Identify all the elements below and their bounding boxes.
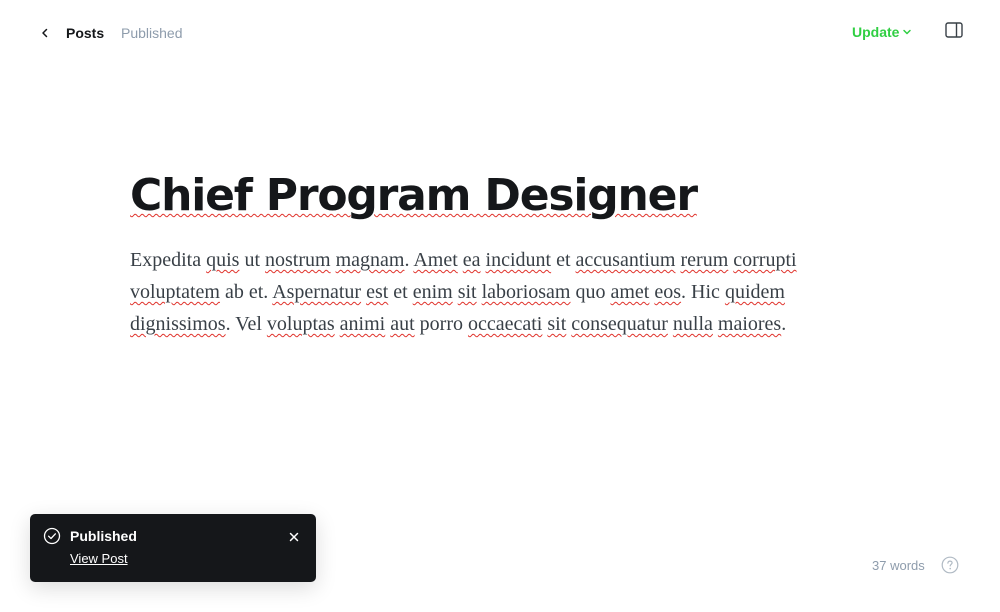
misspelled-word: voluptas [266, 313, 335, 335]
post-title[interactable]: Chief Program Designer [130, 166, 875, 226]
sidebar-toggle-icon [945, 22, 963, 38]
misspelled-word: consequatur [571, 313, 668, 335]
post-body[interactable]: Expedita quis ut nostrum magnam. Amet ea… [130, 244, 875, 340]
back-to-posts-link[interactable]: Posts [38, 22, 104, 44]
misspelled-word: eos [654, 281, 682, 303]
body-text-segment: Expedita [130, 249, 207, 271]
body-text-segment: . Hic [681, 281, 725, 303]
body-text-segment: et [551, 249, 576, 271]
view-post-link[interactable]: View Post [70, 551, 128, 566]
word-count: 37 words [872, 558, 925, 573]
body-text-segment: . Vel [225, 313, 267, 335]
misspelled-word: laboriosam [481, 281, 571, 303]
misspelled-word: enim [412, 281, 453, 303]
body-text-segment: ut [239, 249, 265, 271]
misspelled-word: ea [462, 249, 481, 271]
misspelled-word: Aspernatur [272, 281, 362, 303]
notification-title: Published [70, 528, 137, 544]
sidebar-toggle-button[interactable] [944, 20, 964, 40]
published-notification: Published View Post [30, 514, 316, 582]
update-button[interactable]: Update [852, 24, 912, 40]
body-text-segment: . [404, 249, 414, 271]
misspelled-word: quidem [724, 281, 785, 303]
body-text-segment: porro [414, 313, 468, 335]
editor-header: Posts Published Update [0, 0, 1000, 66]
post-title-text: Chief Program Designer [130, 170, 698, 221]
misspelled-word: aut [390, 313, 415, 335]
misspelled-word: quis [206, 249, 240, 271]
body-text-segment: quo [570, 281, 611, 303]
misspelled-word: corrupti [733, 249, 797, 271]
update-label: Update [852, 24, 900, 40]
misspelled-word: Amet [413, 249, 458, 271]
body-text-segment: ab et. [219, 281, 273, 303]
misspelled-word: nulla [672, 313, 713, 335]
misspelled-word: magnam [335, 249, 405, 271]
body-text-segment: et [388, 281, 413, 303]
misspelled-word: dignissimos [130, 313, 226, 335]
misspelled-word: maiores [717, 313, 782, 335]
back-label: Posts [66, 25, 105, 41]
misspelled-word: animi [339, 313, 386, 335]
misspelled-word: amet [610, 281, 650, 303]
misspelled-word: accusantium [575, 249, 676, 271]
chevron-down-icon [902, 27, 912, 37]
help-icon[interactable] [941, 556, 959, 574]
misspelled-word: rerum [680, 249, 729, 271]
misspelled-word: voluptatem [130, 281, 220, 303]
misspelled-word: est [366, 281, 389, 303]
body-text-segment: . [781, 313, 787, 335]
post-status: Published [121, 25, 183, 41]
post-editor[interactable]: Chief Program Designer Expedita quis ut … [130, 166, 875, 340]
chevron-left-icon [38, 26, 52, 40]
misspelled-word: sit [457, 281, 477, 303]
misspelled-word: occaecati [467, 313, 543, 335]
misspelled-word: nostrum [265, 249, 331, 271]
misspelled-word: incidunt [485, 249, 552, 271]
check-circle-icon [43, 527, 61, 545]
misspelled-word: sit [547, 313, 567, 335]
close-icon[interactable] [286, 529, 302, 545]
